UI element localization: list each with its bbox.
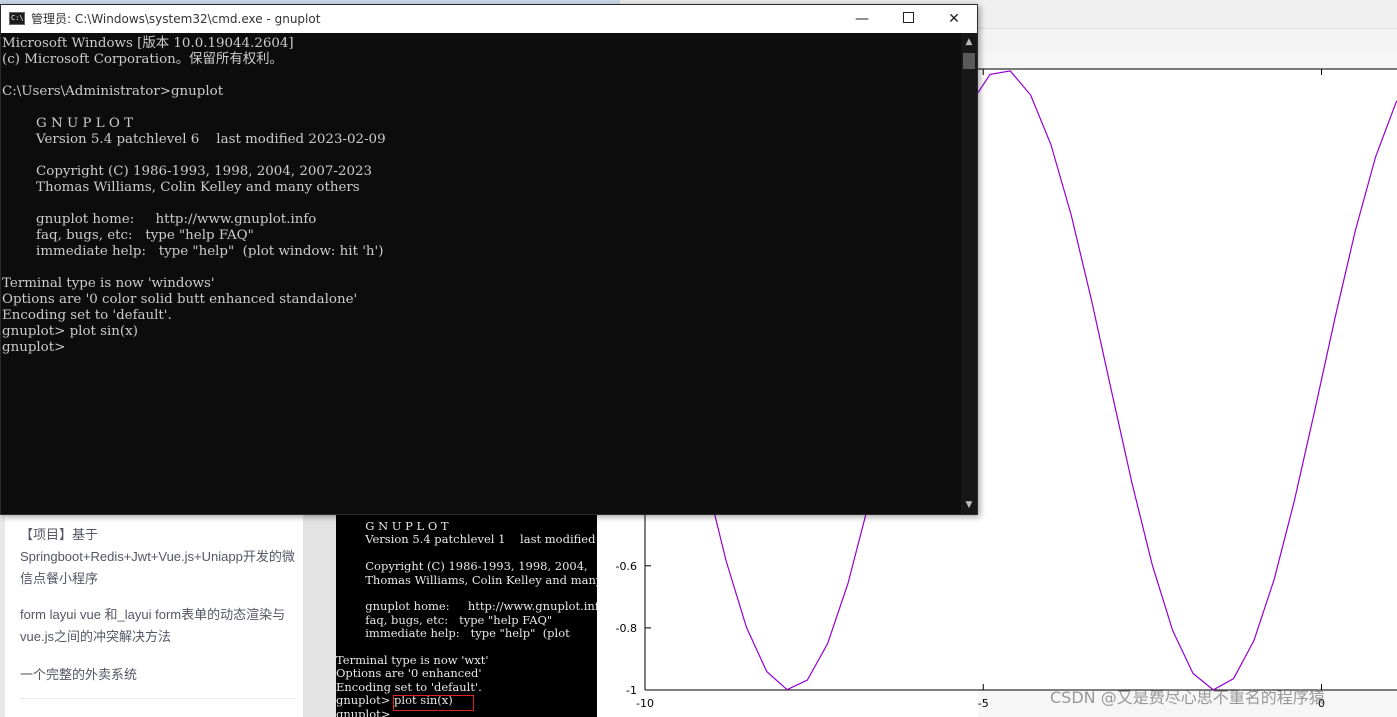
cmd-icon: C:\ <box>9 12 25 25</box>
y-tick-label: -1 <box>626 684 637 697</box>
y-tick-label: -0.6 <box>616 560 637 573</box>
close-icon: ✕ <box>948 11 960 27</box>
embedded-console-screenshot: G N U P L O T Version 5.4 patchlevel 1 l… <box>336 514 597 717</box>
watermark: CSDN @又是费尽心思不重名的程序猿 <box>1050 688 1325 707</box>
scroll-thumb[interactable] <box>963 53 975 69</box>
divider <box>20 698 295 699</box>
y-tick-label: -0.8 <box>616 622 637 635</box>
embedded-console-text: G N U P L O T Version 5.4 patchlevel 1 l… <box>336 519 597 717</box>
minimize-button[interactable]: — <box>839 5 885 33</box>
minimize-icon: — <box>855 11 869 27</box>
close-button[interactable]: ✕ <box>931 5 977 33</box>
cmd-icon-text: C:\ <box>11 14 24 22</box>
maximize-button[interactable] <box>885 5 931 33</box>
maximize-icon <box>902 12 914 23</box>
x-tick-label: -5 <box>978 697 989 710</box>
console-text: Microsoft Windows [版本 10.0.19044.2604] (… <box>2 36 386 355</box>
cmd-titlebar[interactable]: C:\ 管理员: C:\Windows\system32\cmd.exe - g… <box>1 5 977 33</box>
scroll-down-icon[interactable]: ▼ <box>961 498 977 512</box>
console-output[interactable]: Microsoft Windows [版本 10.0.19044.2604] (… <box>1 33 961 514</box>
window-title: 管理员: C:\Windows\system32\cmd.exe - gnupl… <box>31 12 321 26</box>
blog-link[interactable]: form layui vue 和_layui form表单的动态渲染与vue.j… <box>20 604 295 648</box>
blog-recommend-panel: 【项目】基于Springboot+Redis+Jwt+Vue.js+Uniapp… <box>5 514 303 717</box>
blog-link[interactable]: 一个完整的外卖系统 <box>20 664 295 686</box>
vertical-scrollbar[interactable]: ▲ ▼ <box>961 33 977 514</box>
x-tick-label: -10 <box>636 697 654 710</box>
blog-link[interactable]: 【项目】基于Springboot+Redis+Jwt+Vue.js+Uniapp… <box>20 524 295 590</box>
cmd-window[interactable]: C:\ 管理员: C:\Windows\system32\cmd.exe - g… <box>0 4 978 515</box>
page-gutter <box>303 514 336 717</box>
command-highlight-box <box>393 695 474 711</box>
scroll-up-icon[interactable]: ▲ <box>961 35 977 49</box>
